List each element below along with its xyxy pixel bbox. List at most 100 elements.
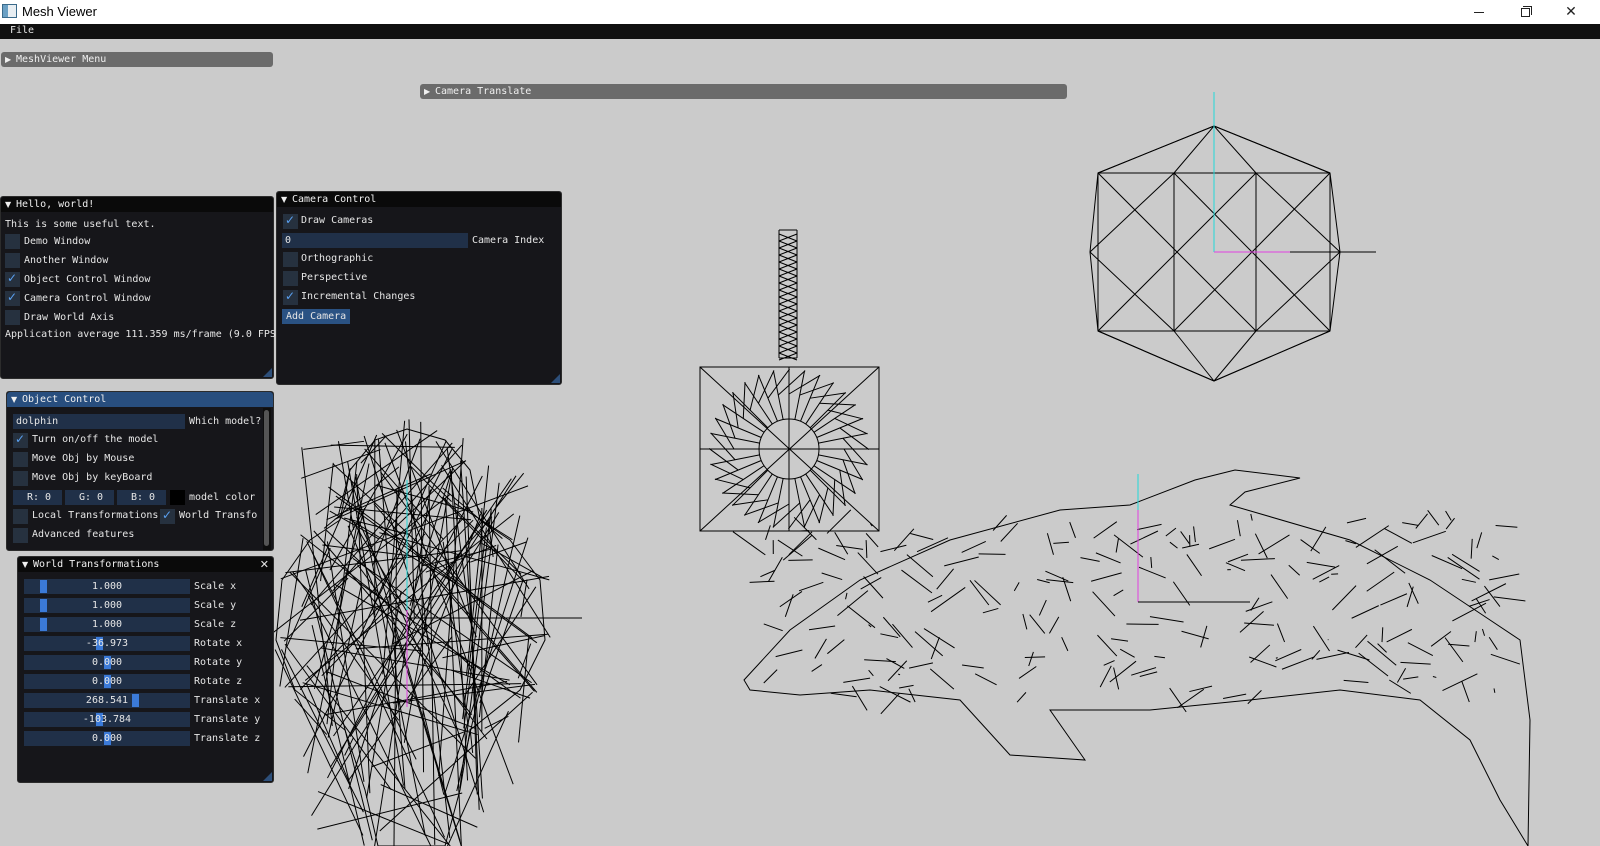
world-transformations-titlebar[interactable]: ▼ World Transformations ✕ bbox=[18, 557, 273, 572]
collapse-arrow-icon: ▼ bbox=[11, 395, 18, 404]
slider-label: Translate z bbox=[194, 733, 261, 744]
slider-rotate-y[interactable]: 0.000 bbox=[24, 655, 190, 670]
maximize-button[interactable] bbox=[1502, 0, 1548, 24]
hello-world-titlebar[interactable]: ▼ Hello, world! bbox=[1, 197, 273, 212]
slider-scale-z[interactable]: 1.000 bbox=[24, 617, 190, 632]
expand-arrow-icon: ▶ bbox=[5, 55, 12, 64]
fps-text: Application average 111.359 ms/frame (9.… bbox=[5, 329, 282, 340]
demo-window-checkbox[interactable] bbox=[5, 234, 20, 249]
camera-control-panel: ▼ Camera Control Draw Cameras 0 Camera I… bbox=[276, 191, 562, 385]
hello-world-panel: ▼ Hello, world! This is some useful text… bbox=[0, 196, 282, 379]
hello-world-title: Hello, world! bbox=[16, 199, 95, 210]
slider-translate-y[interactable]: -103.784 bbox=[24, 712, 190, 727]
expand-arrow-icon: ▶ bbox=[424, 87, 431, 96]
object-control-window-label: Object Control Window bbox=[24, 274, 151, 285]
slider-label: Scale z bbox=[194, 619, 237, 630]
slider-scale-x[interactable]: 1.000 bbox=[24, 579, 190, 594]
camera-index-input[interactable]: 0 bbox=[282, 233, 468, 248]
resize-grip[interactable] bbox=[263, 368, 272, 377]
slider-grab[interactable] bbox=[40, 580, 47, 593]
orthographic-radio[interactable] bbox=[283, 252, 298, 267]
slider-rotate-x[interactable]: -36.973 bbox=[24, 636, 190, 651]
slider-label: Rotate z bbox=[194, 676, 243, 687]
object-control-title: Object Control bbox=[22, 394, 107, 405]
slider-label: Scale y bbox=[194, 600, 237, 611]
slider-rotate-z[interactable]: 0.000 bbox=[24, 674, 190, 689]
object-control-panel: ▼ Object Control dolphin Which model? Tu… bbox=[6, 391, 274, 551]
slider-label: Scale x bbox=[194, 581, 237, 592]
slider-grab[interactable] bbox=[40, 618, 47, 631]
orthographic-label: Orthographic bbox=[301, 253, 374, 264]
slider-value: 268.541 bbox=[85, 695, 129, 706]
collapse-arrow-icon: ▼ bbox=[5, 200, 12, 209]
minimize-button[interactable] bbox=[1456, 0, 1502, 24]
incremental-changes-label: Incremental Changes bbox=[301, 291, 416, 302]
restore-icon bbox=[1520, 5, 1532, 17]
slider-label: Rotate y bbox=[194, 657, 243, 668]
slider-label: Translate x bbox=[194, 695, 261, 706]
camera-translate-header[interactable]: ▶ Camera Translate bbox=[420, 84, 1067, 99]
perspective-radio[interactable] bbox=[283, 271, 298, 286]
move-by-mouse-label: Move Obj by Mouse bbox=[32, 453, 135, 464]
main-menubar: File bbox=[0, 24, 1600, 39]
add-camera-button[interactable]: Add Camera bbox=[282, 309, 351, 324]
which-model-select[interactable]: dolphin bbox=[13, 414, 185, 429]
close-button[interactable]: ✕ bbox=[1548, 0, 1594, 24]
move-by-keyboard-label: Move Obj by keyBoard bbox=[32, 472, 153, 483]
slider-label: Translate y bbox=[194, 714, 261, 725]
color-g-input[interactable]: G: 0 bbox=[65, 490, 114, 505]
slider-grab[interactable] bbox=[40, 599, 47, 612]
minimize-icon bbox=[1474, 11, 1484, 13]
app-icon bbox=[2, 4, 17, 18]
model-color-swatch[interactable] bbox=[170, 490, 185, 505]
move-by-keyboard-checkbox[interactable] bbox=[13, 471, 28, 486]
local-transformations-label: Local Transformations bbox=[32, 510, 159, 521]
color-b-input[interactable]: B: 0 bbox=[117, 490, 166, 505]
resize-grip[interactable] bbox=[263, 772, 272, 781]
move-by-mouse-checkbox[interactable] bbox=[13, 452, 28, 467]
slider-value: 0.000 bbox=[91, 733, 123, 744]
window-titlebar: Mesh Viewer ✕ bbox=[0, 0, 1600, 24]
scrollbar[interactable] bbox=[263, 408, 271, 550]
collapse-arrow-icon: ▼ bbox=[22, 560, 29, 569]
another-window-checkbox[interactable] bbox=[5, 253, 20, 268]
slider-translate-z[interactable]: 0.000 bbox=[24, 731, 190, 746]
object-control-titlebar[interactable]: ▼ Object Control bbox=[7, 392, 273, 407]
another-window-label: Another Window bbox=[24, 255, 109, 266]
turn-on-model-checkbox[interactable] bbox=[13, 432, 28, 448]
incremental-changes-checkbox[interactable] bbox=[283, 289, 298, 305]
menu-file[interactable]: File bbox=[10, 25, 34, 36]
model-color-label: model color bbox=[189, 492, 256, 503]
slider-translate-x[interactable]: 268.541 bbox=[24, 693, 190, 708]
local-transformations-checkbox[interactable] bbox=[13, 509, 28, 524]
window-title: Mesh Viewer bbox=[22, 4, 97, 19]
hello-text: This is some useful text. bbox=[5, 219, 156, 230]
world-transformations-checkbox[interactable] bbox=[160, 508, 175, 524]
draw-world-axis-checkbox[interactable] bbox=[5, 310, 20, 325]
camera-control-titlebar[interactable]: ▼ Camera Control bbox=[277, 192, 561, 207]
scrollbar-thumb[interactable] bbox=[264, 410, 269, 546]
draw-cameras-checkbox[interactable] bbox=[283, 213, 298, 229]
world-transformations-title: World Transformations bbox=[33, 559, 160, 570]
slider-value: -103.784 bbox=[82, 714, 132, 725]
slider-value: 0.000 bbox=[91, 657, 123, 668]
camera-control-title: Camera Control bbox=[292, 194, 377, 205]
slider-grab[interactable] bbox=[132, 694, 139, 707]
world-transformations-label: World Transfor bbox=[179, 510, 257, 521]
camera-translate-label: Camera Translate bbox=[435, 86, 532, 97]
close-icon[interactable]: ✕ bbox=[260, 557, 269, 572]
advanced-features-label: Advanced features bbox=[32, 529, 135, 540]
camera-control-window-checkbox[interactable] bbox=[5, 290, 20, 306]
object-control-window-checkbox[interactable] bbox=[5, 271, 20, 287]
world-transformations-panel: ▼ World Transformations ✕ 1.000 Scale x 1.… bbox=[17, 556, 274, 783]
slider-value: 0.000 bbox=[91, 676, 123, 687]
slider-scale-y[interactable]: 1.000 bbox=[24, 598, 190, 613]
draw-world-axis-label: Draw World Axis bbox=[24, 312, 115, 323]
advanced-features-checkbox[interactable] bbox=[13, 528, 28, 543]
meshviewer-menu-header[interactable]: ▶ MeshViewer Menu bbox=[1, 52, 273, 67]
turn-on-model-label: Turn on/off the model bbox=[32, 434, 159, 445]
color-r-input[interactable]: R: 0 bbox=[13, 490, 62, 505]
dolphin-wireframe bbox=[743, 469, 1531, 846]
resize-grip[interactable] bbox=[551, 374, 560, 383]
collapse-arrow-icon: ▼ bbox=[281, 195, 288, 204]
